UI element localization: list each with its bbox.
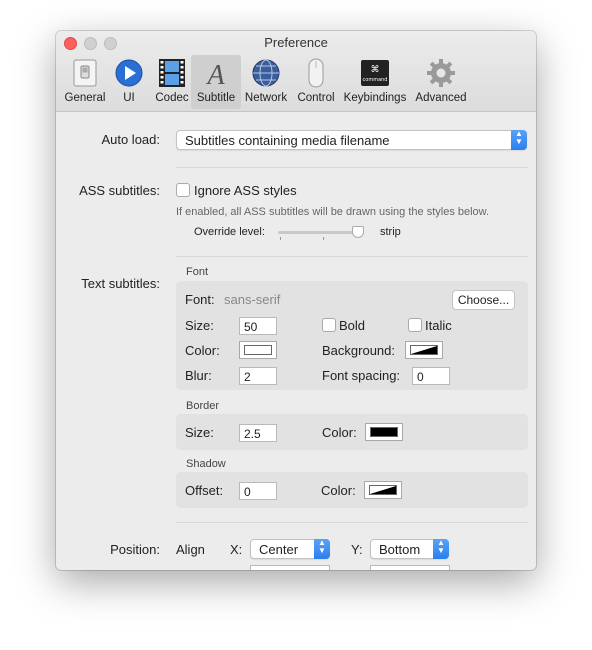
ignore-ass-label: Ignore ASS styles bbox=[194, 183, 297, 198]
blur-field[interactable]: 2 bbox=[239, 367, 277, 385]
border-size-label: Size: bbox=[185, 425, 214, 440]
titlebar: Preference General UI Codec A Subtitle N… bbox=[56, 31, 536, 112]
play-icon bbox=[115, 59, 143, 87]
tab-ui[interactable]: UI bbox=[111, 55, 147, 109]
border-color-well[interactable] bbox=[365, 423, 403, 441]
bold-checkbox[interactable] bbox=[322, 318, 336, 332]
color-swatch bbox=[370, 427, 398, 437]
svg-text:A: A bbox=[205, 60, 225, 88]
border-color-label: Color: bbox=[322, 425, 357, 440]
font-spacing-field[interactable]: 0 bbox=[412, 367, 450, 385]
blur-label: Blur: bbox=[185, 368, 212, 383]
chevron-updown-icon: ▲ ▼ bbox=[433, 539, 449, 559]
italic-label: Italic bbox=[425, 318, 452, 333]
align-x-label: X: bbox=[230, 542, 243, 557]
align-y-label: Y: bbox=[351, 542, 363, 557]
position-label: Position: bbox=[110, 542, 160, 557]
tab-label: Network bbox=[244, 92, 288, 104]
font-heading: Font bbox=[186, 266, 209, 278]
border-panel: Size: 2.5 Color: bbox=[176, 414, 528, 450]
align-x-popup[interactable]: Center ▲ ▼ bbox=[250, 539, 330, 559]
auto-load-popup[interactable]: Subtitles containing media filename ▲ ▼ bbox=[176, 130, 527, 150]
margin-y-field[interactable] bbox=[370, 565, 450, 570]
film-icon bbox=[159, 59, 185, 87]
align-y-popup[interactable]: Bottom ▲ ▼ bbox=[370, 539, 449, 559]
override-value-label: strip bbox=[380, 226, 401, 238]
align-y-value: Bottom bbox=[379, 542, 421, 557]
italic-checkbox[interactable] bbox=[408, 318, 422, 332]
font-size-field[interactable]: 50 bbox=[239, 317, 277, 335]
color-swatch bbox=[369, 485, 397, 495]
subtitle-icon: A bbox=[205, 60, 225, 88]
font-value: sans-serif bbox=[224, 292, 281, 307]
chevron-updown-icon: ▲ ▼ bbox=[314, 539, 330, 559]
gear-icon bbox=[427, 59, 455, 87]
font-panel: Font: sans-serif Choose... Size: 50 Bold… bbox=[176, 281, 528, 390]
align-label: Align bbox=[176, 542, 205, 557]
tab-general[interactable]: General bbox=[62, 55, 108, 109]
background-label: Background: bbox=[322, 343, 395, 358]
tab-label: UI bbox=[123, 92, 135, 104]
tab-label: Codec bbox=[155, 92, 189, 104]
tab-network[interactable]: Network bbox=[242, 55, 290, 109]
tab-label: Advanced bbox=[415, 92, 467, 104]
preference-window: Preference General UI Codec A Subtitle N… bbox=[56, 31, 536, 570]
subtitle-pane: Auto load: Subtitles containing media fi… bbox=[56, 112, 536, 570]
size-label: Size: bbox=[185, 318, 214, 333]
auto-load-value: Subtitles containing media filename bbox=[185, 133, 390, 148]
text-subtitles-label: Text subtitles: bbox=[81, 276, 160, 291]
override-level-slider[interactable] bbox=[278, 225, 366, 241]
color-label: Color: bbox=[185, 343, 220, 358]
ass-hint: If enabled, all ASS subtitles will be dr… bbox=[176, 206, 490, 218]
separator bbox=[176, 522, 528, 523]
globe-icon bbox=[252, 59, 280, 87]
override-level-label: Override level: bbox=[194, 226, 265, 238]
bold-label: Bold bbox=[339, 318, 366, 333]
ignore-ass-checkbox[interactable] bbox=[176, 183, 190, 197]
tab-keybindings[interactable]: ⌘ command Keybindings bbox=[340, 55, 410, 109]
window-title: Preference bbox=[264, 35, 328, 50]
font-spacing-label: Font spacing: bbox=[322, 368, 401, 383]
shadow-panel: Offset: 0 Color: bbox=[176, 472, 528, 508]
shadow-color-well[interactable] bbox=[364, 481, 402, 499]
mouse-icon bbox=[308, 58, 324, 88]
switch-icon bbox=[73, 59, 97, 87]
text-color-well[interactable] bbox=[239, 341, 277, 359]
tab-subtitle[interactable]: A Subtitle bbox=[191, 55, 241, 109]
command-key-icon: ⌘ command bbox=[361, 60, 389, 86]
color-swatch bbox=[244, 345, 272, 355]
tab-label: Control bbox=[297, 92, 335, 104]
shadow-offset-field[interactable]: 0 bbox=[239, 482, 277, 500]
margin-x-field[interactable] bbox=[250, 565, 330, 570]
separator bbox=[176, 256, 528, 257]
tab-label: Keybindings bbox=[343, 92, 407, 104]
border-heading: Border bbox=[186, 400, 220, 412]
shadow-heading: Shadow bbox=[186, 458, 226, 470]
shadow-offset-label: Offset: bbox=[185, 483, 224, 498]
svg-text:⌘: ⌘ bbox=[371, 65, 380, 75]
align-x-value: Center bbox=[259, 542, 299, 557]
tab-control[interactable]: Control bbox=[292, 55, 340, 109]
font-label: Font: bbox=[185, 292, 215, 307]
tab-advanced[interactable]: Advanced bbox=[411, 55, 471, 109]
ass-subtitles-label: ASS subtitles: bbox=[79, 183, 160, 198]
color-swatch bbox=[410, 345, 438, 355]
tab-label: Subtitle bbox=[196, 92, 236, 104]
chevron-updown-icon: ▲ ▼ bbox=[511, 130, 527, 150]
tab-codec[interactable]: Codec bbox=[150, 55, 194, 109]
auto-load-label: Auto load: bbox=[101, 132, 160, 147]
shadow-color-label: Color: bbox=[321, 483, 356, 498]
background-color-well[interactable] bbox=[405, 341, 443, 359]
tab-label: General bbox=[64, 92, 106, 104]
svg-text:command: command bbox=[363, 77, 388, 83]
separator bbox=[176, 167, 528, 168]
border-size-field[interactable]: 2.5 bbox=[239, 424, 277, 442]
choose-font-button[interactable]: Choose... bbox=[452, 290, 515, 310]
slider-knob[interactable] bbox=[352, 226, 364, 238]
